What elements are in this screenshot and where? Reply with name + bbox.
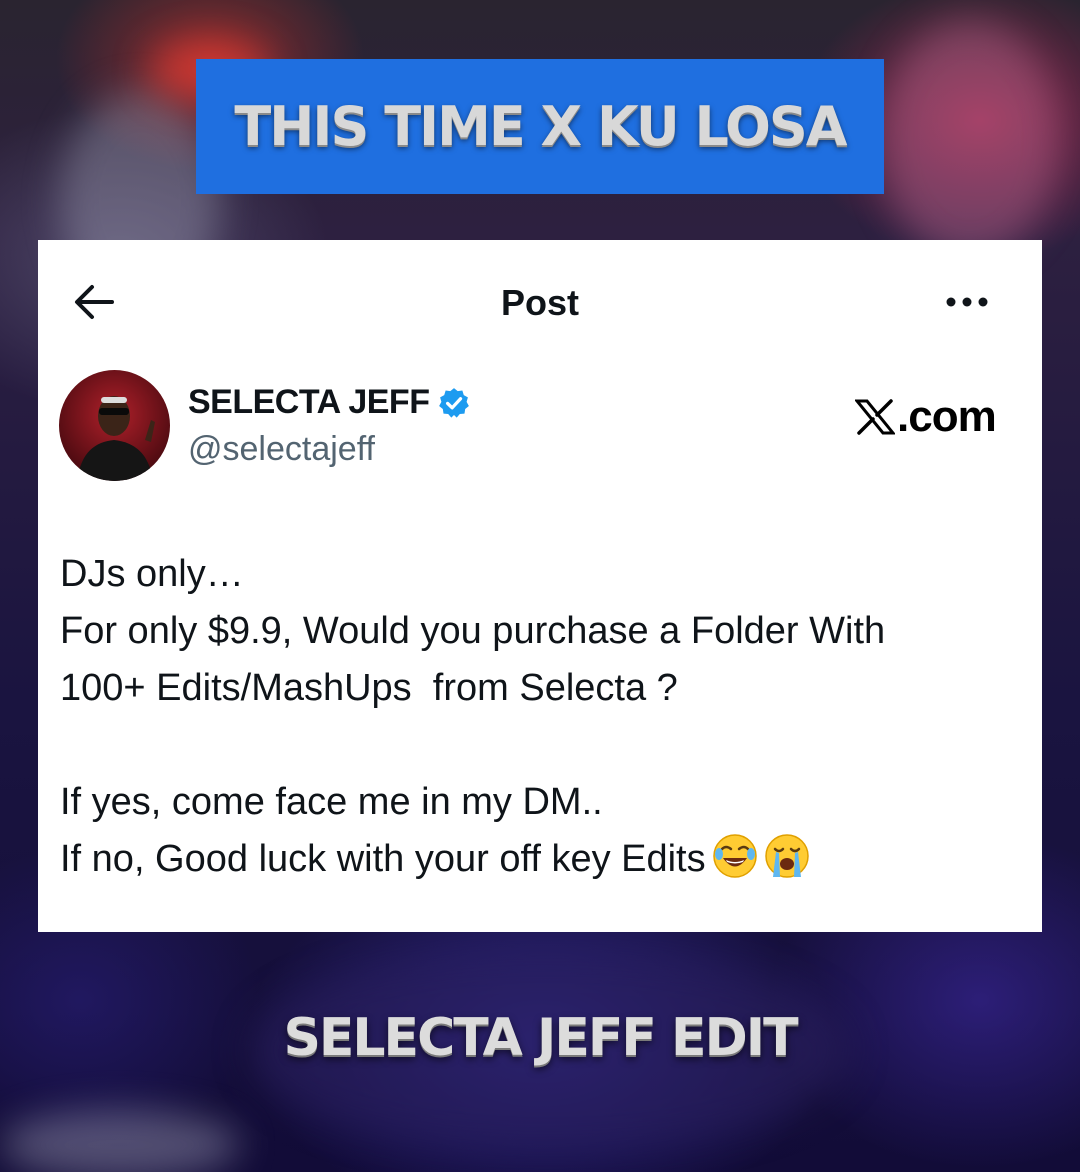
avatar-photo: [59, 370, 170, 481]
tweet-line: For only $9.9, Would you purchase a Fold…: [60, 610, 886, 652]
loudly-crying-face-icon: [764, 834, 809, 878]
tweet-text: DJs only… For only $9.9, Would you purch…: [60, 546, 1020, 888]
tweet-line: DJs only…: [60, 553, 244, 595]
tweet-line-with-emoji: If no, Good luck with your off key Edits: [60, 831, 1020, 888]
tweet-line: 100+ Edits/MashUps from Selecta ?: [60, 667, 678, 709]
post-card: Post SELECTA JEFF @selectajeff .com DJs …: [38, 240, 1042, 932]
source-label: .com: [855, 392, 997, 442]
author-handle[interactable]: @selectajeff: [188, 430, 375, 469]
more-horizontal-icon[interactable]: [944, 292, 990, 312]
x-logo-icon: [855, 399, 895, 435]
verified-badge-icon: [439, 387, 470, 418]
author-name[interactable]: SELECTA JEFF: [188, 383, 471, 422]
avatar[interactable]: [59, 370, 170, 481]
face-with-tears-of-joy-icon: [712, 834, 757, 878]
title-banner: THIS TIME X KU LOSA: [196, 59, 884, 194]
banner-text: THIS TIME X KU LOSA: [234, 95, 847, 158]
tweet-spacer: [60, 717, 1020, 774]
tweet-line: If yes, come face me in my DM..: [60, 781, 603, 823]
bg-blur-person-right: [880, 20, 1060, 260]
bg-blur-light-bottom-left: [0, 1110, 240, 1172]
author-name-text: SELECTA JEFF: [188, 383, 430, 421]
source-domain-text: .com: [897, 392, 997, 441]
caption-text: SELECTA JEFF EDIT: [283, 1008, 798, 1068]
tweet-line-text: If no, Good luck with your off key Edits: [60, 838, 706, 880]
page-title: Post: [500, 282, 579, 323]
